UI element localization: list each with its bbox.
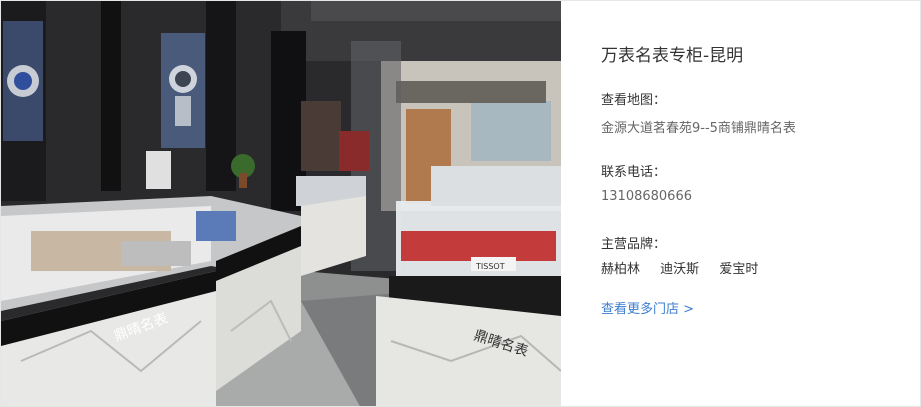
store-photo[interactable]: 鼎晴名表 鼎晴名表 TISSOT	[1, 1, 561, 406]
phone-label: 联系电话：	[601, 165, 667, 180]
map-label: 查看地图：	[601, 93, 667, 108]
brand-list: 赫柏林 迪沃斯 爱宝时	[601, 258, 774, 277]
store-title: 万表名表专柜-昆明	[601, 46, 744, 66]
tissot-sign: TISSOT	[475, 262, 505, 271]
store-address: 金源大道茗春苑9--5商铺鼎晴名表	[601, 121, 796, 136]
brand-item: 赫柏林	[601, 262, 641, 277]
brands-label: 主营品牌：	[601, 237, 667, 252]
more-stores-link[interactable]: 查看更多门店 >	[601, 298, 694, 317]
brand-item: 爱宝时	[719, 262, 759, 277]
store-card: 鼎晴名表 鼎晴名表 TISSOT 万表名表专柜-昆明 查看地图： 金源大道茗春苑…	[0, 0, 921, 407]
phone-number: 13108680666	[601, 189, 692, 204]
brand-item: 迪沃斯	[660, 262, 700, 277]
